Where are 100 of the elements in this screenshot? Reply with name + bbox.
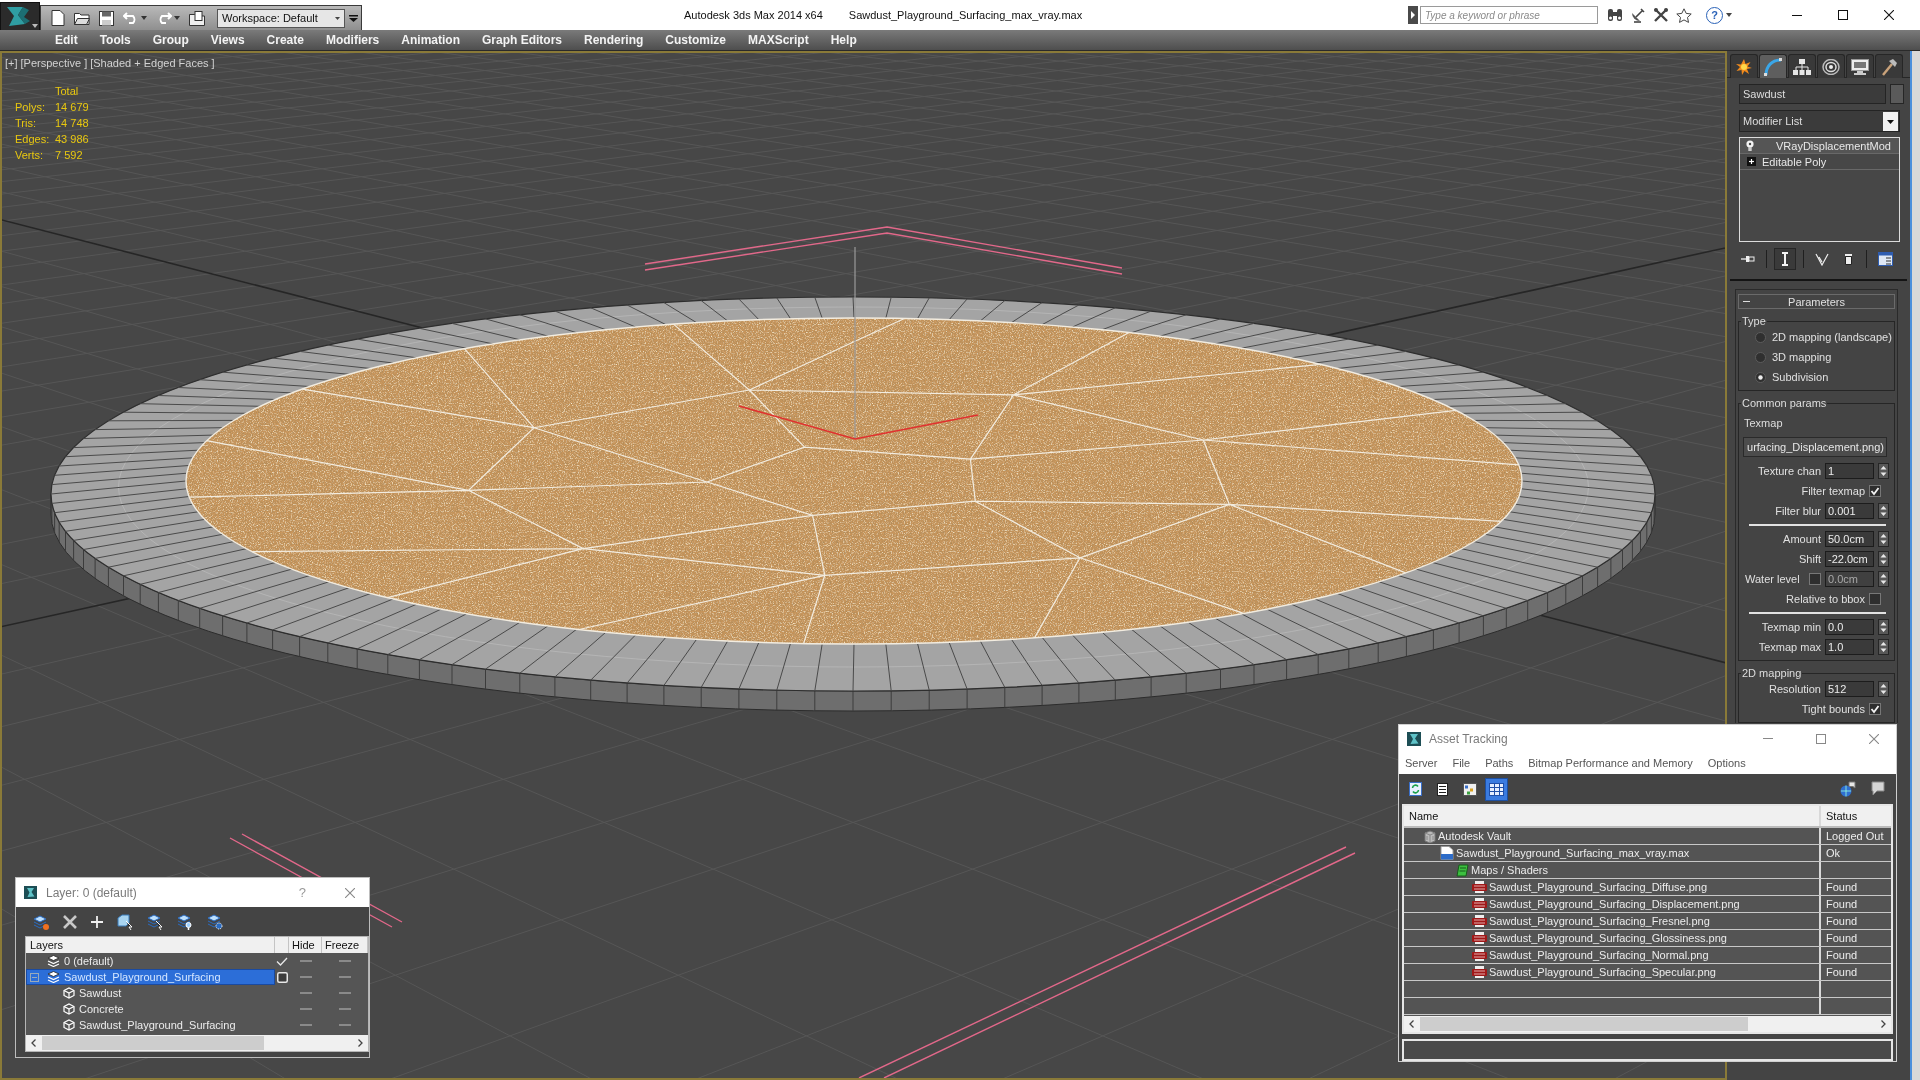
caret-icon[interactable]: [1883, 111, 1898, 131]
spinner-arrows-icon[interactable]: [1878, 681, 1889, 697]
asset-name[interactable]: Sawdust_Playground_Surfacing_Fresnel.png: [1489, 915, 1710, 927]
panel-tab[interactable]: [1817, 54, 1845, 78]
panel-tab[interactable]: [1875, 54, 1903, 78]
panel-tab[interactable]: [1759, 54, 1787, 78]
number-field[interactable]: 0.001: [1825, 503, 1874, 519]
app-logo-icon[interactable]: [4, 4, 31, 28]
layer-item[interactable]: Concrete: [26, 1001, 275, 1017]
project-folder-icon[interactable]: [189, 10, 205, 26]
plus-icon[interactable]: [91, 915, 103, 928]
toolbar-overflow-icon[interactable]: [349, 14, 358, 22]
rollout-header[interactable]: Parameters: [1738, 294, 1895, 309]
radio-button[interactable]: [1755, 371, 1766, 383]
radio-button[interactable]: [1755, 331, 1766, 343]
menu-item[interactable]: Tools: [88, 33, 142, 47]
column-header[interactable]: Hide: [289, 937, 322, 953]
menu-item[interactable]: File: [1452, 757, 1471, 769]
radio-button[interactable]: [1755, 351, 1766, 363]
horizontal-scrollbar[interactable]: [1404, 1016, 1891, 1032]
layers-cursor-icon[interactable]: [147, 913, 163, 930]
panel-tab[interactable]: [1730, 54, 1758, 78]
texmap-button[interactable]: urfacing_Displacement.png): [1743, 437, 1887, 457]
number-field[interactable]: 0.0: [1825, 619, 1874, 635]
column-header[interactable]: Freeze: [322, 937, 368, 953]
speech-bubble-icon[interactable]: [1870, 781, 1886, 797]
scrollbar-thumb[interactable]: [1420, 1017, 1748, 1031]
panel-tab[interactable]: [1846, 54, 1874, 78]
layers-gear-icon[interactable]: [207, 913, 223, 930]
menu-item[interactable]: Paths: [1485, 757, 1514, 769]
viewport-label[interactable]: [Perspective ]: [20, 57, 88, 69]
close-icon[interactable]: [1884, 10, 1894, 20]
expand-box-icon[interactable]: [1747, 157, 1756, 166]
checkbox[interactable]: [1869, 703, 1881, 715]
open-folder-icon[interactable]: [74, 11, 90, 25]
asset-name[interactable]: Sawdust_Playground_Surfacing_Normal.png: [1489, 949, 1709, 961]
save-icon[interactable]: [99, 10, 114, 26]
menu-item[interactable]: Server: [1405, 757, 1438, 769]
layer-item[interactable]: Sawdust_Playground_Surfacing: [26, 1017, 275, 1033]
number-field[interactable]: 512: [1825, 681, 1874, 697]
spinner-arrows-icon[interactable]: [1878, 531, 1889, 547]
scroll-right-icon[interactable]: [1881, 1020, 1886, 1028]
number-field[interactable]: 1.0: [1825, 639, 1874, 655]
star-icon[interactable]: [1676, 7, 1692, 23]
asset-name[interactable]: Maps / Shaders: [1471, 864, 1549, 876]
column-header[interactable]: Name: [1404, 806, 1821, 826]
layer-item[interactable]: 0 (default): [26, 953, 275, 969]
menu-item[interactable]: MAXScript: [737, 33, 820, 47]
layers-magnifier-icon[interactable]: [177, 913, 193, 930]
number-field[interactable]: 50.0cm: [1825, 531, 1874, 547]
object-name-field[interactable]: Sawdust: [1739, 84, 1886, 104]
menu-item[interactable]: Animation: [390, 33, 471, 47]
lightbulb-icon[interactable]: [1746, 140, 1754, 151]
caret-icon[interactable]: [335, 16, 340, 20]
modifier-item[interactable]: VRayDisplacementMod: [1740, 138, 1899, 154]
delete-icon[interactable]: [63, 914, 77, 929]
stack-tool-button[interactable]: [1774, 248, 1796, 270]
globe-icon[interactable]: [1840, 781, 1856, 797]
spinner-arrows-icon[interactable]: [1878, 639, 1889, 655]
asset-name[interactable]: Sawdust_Playground_Surfacing_Displacement.png: [1489, 898, 1740, 910]
maximize-icon[interactable]: [1838, 10, 1848, 20]
new-file-icon[interactable]: [51, 10, 65, 26]
help-button[interactable]: ?: [1706, 6, 1723, 24]
menu-item[interactable]: Views: [199, 33, 256, 47]
scrollbar-thumb[interactable]: [42, 1036, 264, 1050]
panel-scrollbar[interactable]: [1912, 51, 1920, 1080]
layers-star-icon[interactable]: [33, 913, 49, 930]
layer-item[interactable]: Sawdust_Playground_Surfacing: [26, 969, 275, 985]
spinner-arrows-icon[interactable]: [1878, 619, 1889, 635]
spinner-arrows-icon[interactable]: [1878, 463, 1889, 479]
column-header[interactable]: Layers: [26, 937, 275, 953]
spinner-arrows-icon[interactable]: [1878, 551, 1889, 567]
menu-item[interactable]: Bitmap Performance and Memory: [1528, 757, 1693, 769]
spinner-arrows-icon[interactable]: [1878, 503, 1889, 519]
app-menu-button[interactable]: [0, 2, 40, 30]
scroll-right-icon[interactable]: [358, 1039, 363, 1047]
cube-cursor-icon[interactable]: [117, 913, 133, 930]
asset-name[interactable]: Sawdust_Playground_Surfacing_Diffuse.png: [1489, 881, 1708, 893]
menu-item[interactable]: Customize: [654, 33, 737, 47]
horizontal-scrollbar[interactable]: [26, 1035, 368, 1051]
menu-item[interactable]: Modifiers: [314, 33, 391, 47]
menu-item[interactable]: Graph Editors: [470, 33, 573, 47]
asset-name[interactable]: Sawdust_Playground_Surfacing_Specular.png: [1489, 966, 1716, 978]
panel-tab[interactable]: [1788, 54, 1816, 78]
viewport-label[interactable]: [+]: [5, 57, 18, 69]
menu-item[interactable]: Edit: [44, 33, 89, 47]
modifier-list-dropdown[interactable]: Modifier List: [1739, 110, 1900, 132]
checkbox-icon[interactable]: [276, 971, 288, 983]
menu-item[interactable]: Rendering: [573, 33, 655, 47]
scroll-left-icon[interactable]: [31, 1039, 36, 1047]
number-field[interactable]: -22.0cm: [1825, 551, 1874, 567]
binoculars-icon[interactable]: [1607, 8, 1623, 22]
menu-item[interactable]: Help: [819, 33, 868, 47]
scroll-left-icon[interactable]: [1409, 1020, 1414, 1028]
checkbox[interactable]: [1869, 593, 1881, 605]
number-field[interactable]: 1: [1825, 463, 1874, 479]
workspace-dropdown[interactable]: Workspace: Default: [217, 8, 345, 28]
viewport-label[interactable]: [Shaded + Edged Faces ]: [90, 57, 215, 69]
column-header[interactable]: Status: [1821, 806, 1891, 826]
menu-item[interactable]: Create: [255, 33, 315, 47]
